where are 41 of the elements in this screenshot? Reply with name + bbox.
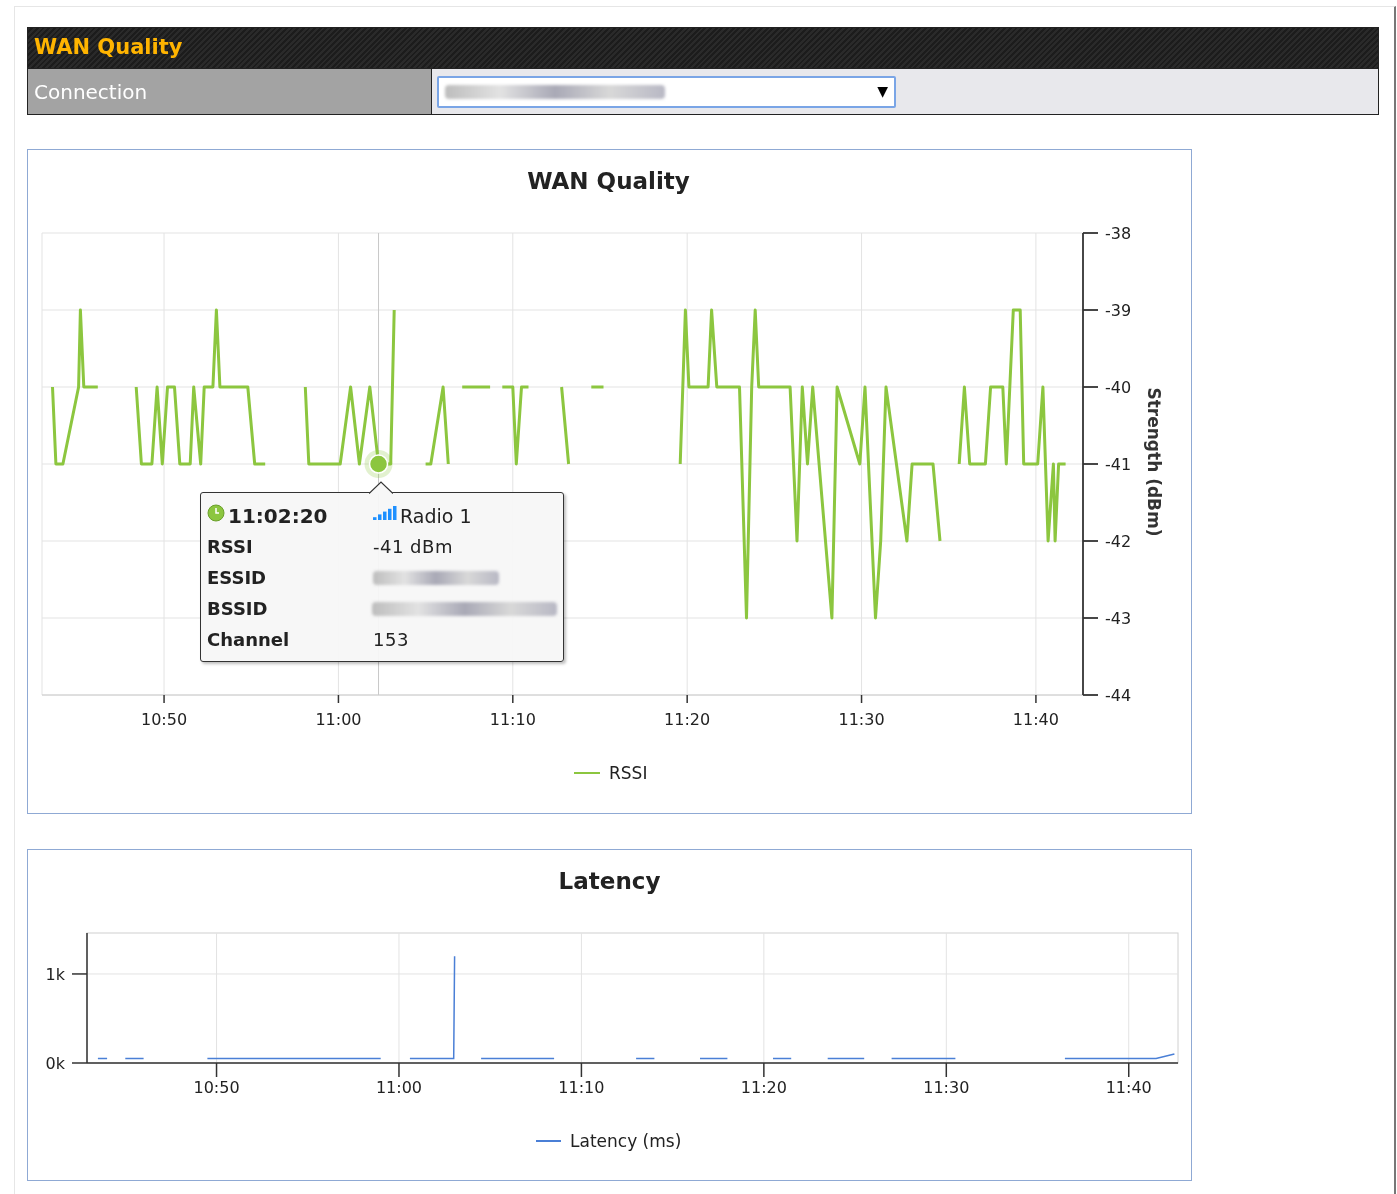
- y-tick-label: -39: [1105, 301, 1132, 320]
- connection-dropdown[interactable]: ▼: [437, 75, 896, 108]
- y-tick-label: 1k: [45, 964, 65, 984]
- y-tick-label: -44: [1105, 686, 1132, 705]
- x-tick-label: 10:50: [141, 710, 188, 729]
- tooltip-label: RSSI: [207, 535, 254, 559]
- x-tick-label: 11:00: [315, 710, 362, 729]
- y-tick-label: 0k: [45, 1054, 65, 1073]
- tooltip-time: 11:02:20: [228, 503, 328, 530]
- tooltip-value: 153: [373, 628, 409, 652]
- x-tick-label: 10:50: [193, 1078, 240, 1097]
- legend-label: Latency (ms): [570, 1131, 682, 1151]
- tooltip-label: Channel: [207, 628, 291, 652]
- y-tick-label: -43: [1105, 609, 1132, 628]
- tooltip-label: ESSID: [207, 566, 268, 590]
- tooltip-value: -41 dBm: [373, 535, 453, 559]
- clock-icon: [207, 504, 225, 522]
- radio-label: Radio 1: [400, 503, 472, 529]
- x-tick-label: 11:30: [838, 710, 885, 729]
- signal-icon: [373, 506, 399, 522]
- y-axis-title: Strength (dBm): [1144, 387, 1164, 537]
- data-point-marker: [364, 450, 393, 478]
- x-tick-label: 11:40: [1012, 710, 1059, 729]
- y-tick-label: -42: [1105, 532, 1132, 551]
- x-tick-label: 11:40: [1105, 1078, 1152, 1097]
- x-tick-label: 11:20: [740, 1078, 787, 1097]
- chart-title: Latency: [557, 867, 662, 896]
- tooltip-label: BSSID: [207, 597, 269, 621]
- y-tick-label: -41: [1105, 455, 1132, 474]
- x-tick-label: 11:10: [489, 710, 536, 729]
- x-tick-label: 11:00: [375, 1078, 423, 1097]
- x-tick-label: 11:30: [923, 1078, 970, 1097]
- dropdown-arrow: ▼: [877, 82, 888, 101]
- section-title: WAN Quality: [34, 34, 183, 62]
- x-tick-label: 11:10: [558, 1078, 605, 1097]
- x-tick-label: 11:20: [664, 710, 711, 729]
- legend-label: RSSI: [609, 763, 648, 783]
- connection-label: Connection: [34, 78, 148, 106]
- chart-title: WAN Quality: [526, 167, 691, 196]
- y-tick-label: -40: [1105, 378, 1132, 397]
- y-tick-label: -38: [1105, 224, 1132, 243]
